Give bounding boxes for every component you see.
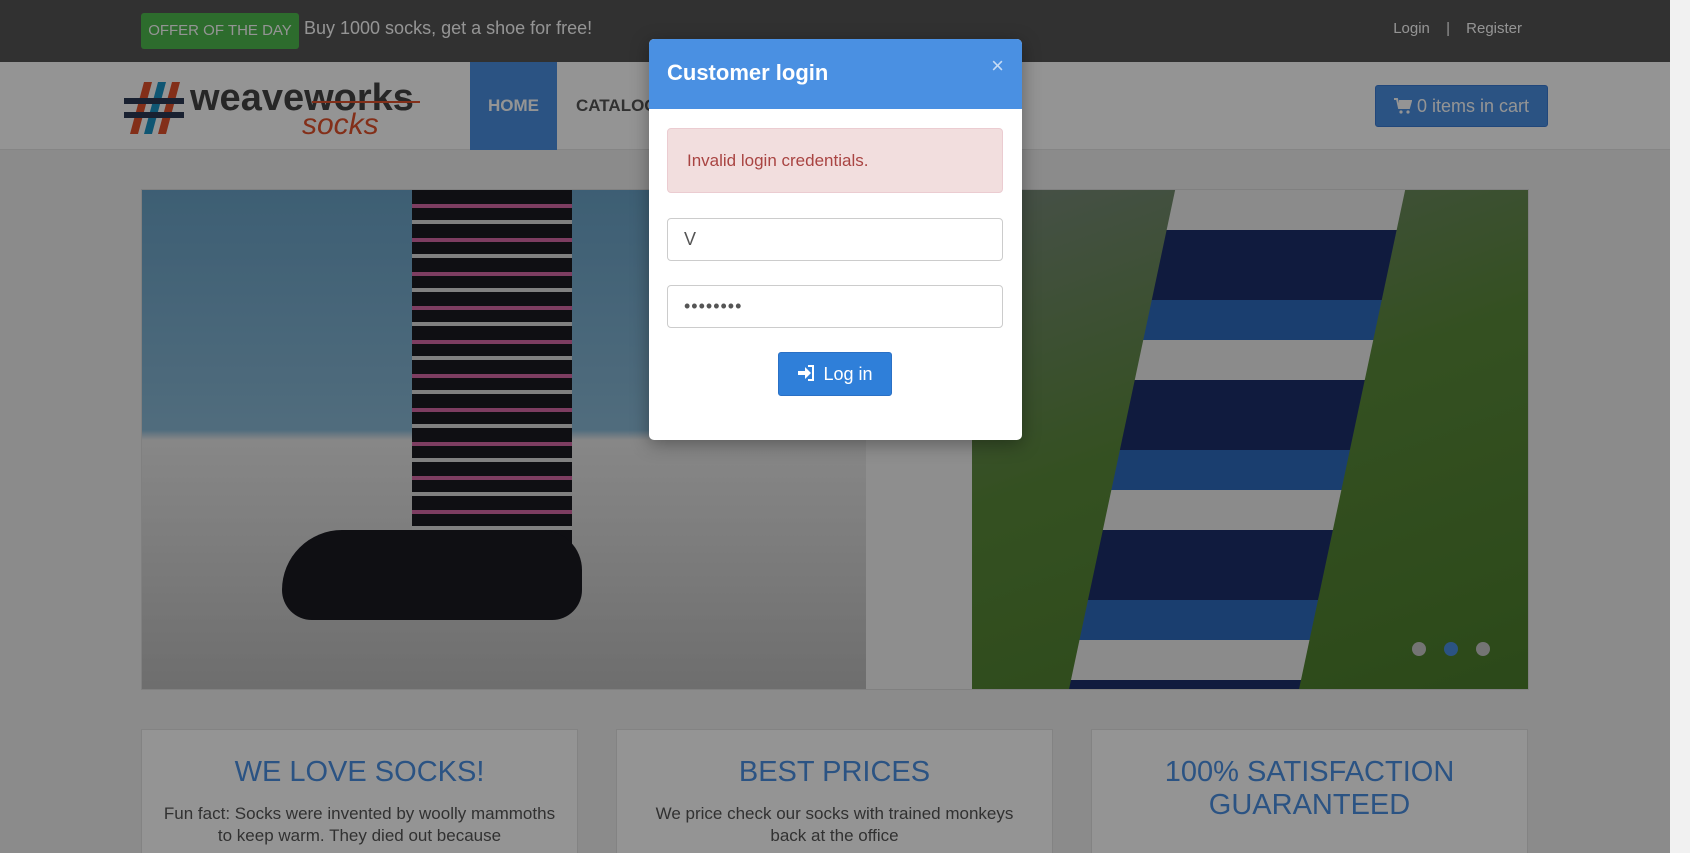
login-button-label: Log in <box>823 364 873 384</box>
login-button[interactable]: Log in <box>778 352 892 396</box>
login-error-alert: Invalid login credentials. <box>667 128 1003 193</box>
sign-in-icon <box>797 354 815 396</box>
username-field[interactable]: V <box>667 218 1003 261</box>
password-field[interactable]: •••••••• <box>667 285 1003 328</box>
close-icon[interactable]: × <box>991 55 1004 77</box>
modal-header: Customer login × <box>649 39 1022 109</box>
page-scrollbar[interactable] <box>1670 0 1690 853</box>
login-modal: Customer login × Invalid login credentia… <box>649 39 1022 440</box>
modal-title: Customer login <box>667 60 829 85</box>
